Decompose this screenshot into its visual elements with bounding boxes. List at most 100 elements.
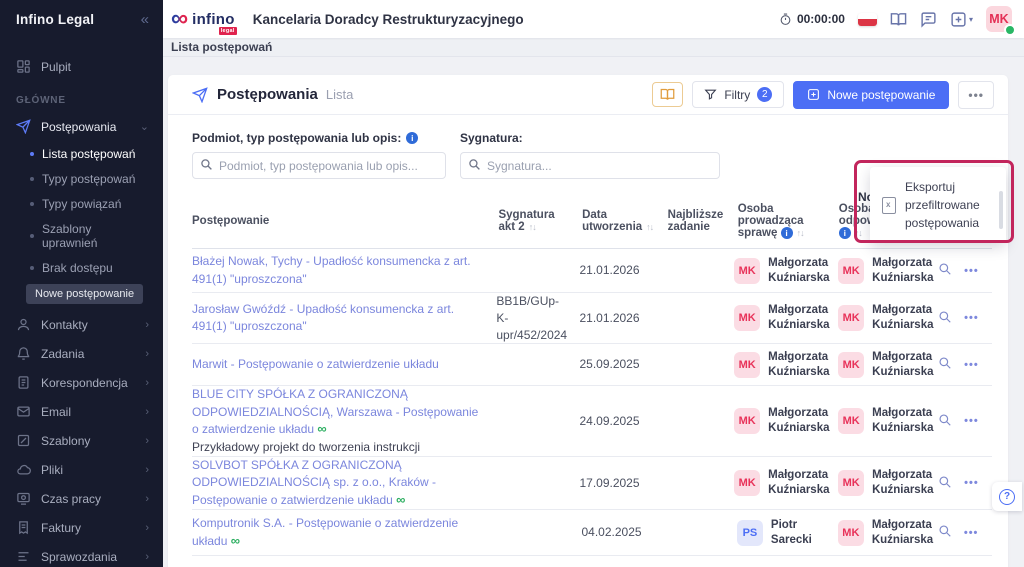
logo-wordmark: infinolegal: [192, 11, 235, 28]
new-proceeding-button[interactable]: Nowe postępowanie: [793, 81, 949, 109]
sidebar-item-sprawozdania[interactable]: Sprawozdania›: [0, 542, 163, 567]
paper-plane-icon: [16, 119, 31, 134]
sidebar-item-brak-dostepu[interactable]: Brak dostępu: [0, 255, 163, 280]
case-link[interactable]: BLUE CITY SPÓŁKA Z OGRANICZONĄ ODPOWIEDZ…: [192, 387, 478, 436]
preview-icon[interactable]: [938, 356, 952, 373]
sidebar-item-czas-pracy[interactable]: Czas pracy›: [0, 484, 163, 513]
info-icon[interactable]: i: [781, 227, 793, 239]
help-button[interactable]: ?: [992, 482, 1022, 511]
column-sygnatura-akt-2[interactable]: Sygnatura akt 2↑↓: [498, 209, 582, 233]
export-dropdown-menu: x Eksportuj przefiltrowane postępowania: [870, 167, 1006, 243]
sidebar-item-kontakty[interactable]: Kontakty›: [0, 310, 163, 339]
avatar-initials: MK: [989, 12, 1008, 26]
sort-icon[interactable]: ↑↓: [646, 222, 653, 232]
preview-icon[interactable]: [938, 475, 952, 492]
preview-icon[interactable]: [938, 310, 952, 327]
sort-icon[interactable]: ↑↓: [529, 222, 536, 232]
case-responsible: MKMałgorzata Kuźniarska: [838, 406, 938, 436]
sidebar-item-faktury[interactable]: Faktury›: [0, 513, 163, 542]
content-area: Postępowania Lista Filtry 2 Nowe postępo…: [163, 57, 1024, 567]
subject-filter-label: Podmiot, typ postępowania lub opis:i: [192, 131, 446, 145]
sidebar-item-korespondencja[interactable]: Korespondencja›: [0, 368, 163, 397]
signature-filter: [460, 152, 720, 179]
more-actions-button[interactable]: •••: [958, 81, 994, 109]
document-icon: [16, 375, 31, 390]
sidebar-item-pliki[interactable]: Pliki›: [0, 455, 163, 484]
preview-icon[interactable]: [938, 262, 952, 279]
messages-icon[interactable]: [920, 11, 937, 28]
sidebar-item-label: Pulpit: [41, 60, 71, 74]
sidebar-item-typy-powiazan[interactable]: Typy powiązań: [0, 191, 163, 216]
sidebar-item-label: Szablony: [41, 434, 90, 448]
sidebar-item-lista-postepowan[interactable]: Lista postępowań: [0, 141, 163, 166]
row-more-button[interactable]: •••: [964, 265, 979, 277]
row-more-button[interactable]: •••: [964, 312, 979, 324]
case-date: 04.02.2025: [582, 524, 667, 541]
card-header: Postępowania Lista Filtry 2 Nowe postępo…: [168, 75, 1008, 115]
dropdown-scrollbar[interactable]: [999, 191, 1003, 229]
breadcrumb: Lista postępowań: [163, 38, 1024, 57]
sidebar-item-email[interactable]: Email›: [0, 397, 163, 426]
sidebar-item-szablony[interactable]: Szablony ›: [0, 426, 163, 455]
sidebar-collapse-icon[interactable]: «: [141, 11, 149, 28]
column-data-utworzenia[interactable]: Data utworzenia↑↓: [582, 209, 668, 233]
row-more-button[interactable]: •••: [964, 359, 979, 371]
sort-icon[interactable]: ↑↓: [855, 228, 862, 238]
avatar: MK: [734, 305, 760, 331]
bullet-icon: [30, 177, 34, 181]
knowledge-base-icon[interactable]: [890, 11, 907, 28]
work-time-icon: [16, 491, 31, 506]
case-date: 24.09.2025: [579, 413, 664, 430]
preview-icon[interactable]: [938, 413, 952, 430]
case-link[interactable]: Jarosław Gwóźdź - Upadłość konsumencka z…: [192, 302, 454, 333]
handbook-button[interactable]: [652, 82, 683, 107]
info-icon[interactable]: i: [406, 132, 418, 144]
avatar: MK: [838, 352, 864, 378]
row-more-button[interactable]: •••: [964, 527, 979, 539]
case-lead: MKMałgorzata Kuźniarska: [734, 350, 838, 380]
column-osoba-prowadzaca[interactable]: Osoba prowadząca sprawę i↑↓: [738, 203, 839, 239]
sidebar-app-title: Infino Legal: [16, 12, 94, 27]
person-name: Małgorzata Kuźniarska: [768, 468, 829, 498]
person-name: Małgorzata Kuźniarska: [768, 256, 829, 286]
row-more-button[interactable]: •••: [964, 477, 979, 489]
sidebar-item-postepowania[interactable]: Postępowania ⌄: [0, 112, 163, 141]
column-postepowanie[interactable]: Postępowanie: [192, 215, 498, 227]
preview-icon[interactable]: [938, 524, 952, 541]
sidebar-section-label: GŁÓWNE: [0, 81, 163, 112]
export-filtered-menu-item[interactable]: Eksportuj przefiltrowane postępowania: [905, 178, 996, 232]
sidebar-item-szablony-uprawnien[interactable]: Szablony uprawnień: [0, 216, 163, 255]
infino-logo[interactable]: ∞ infinolegal: [171, 9, 235, 29]
table-row: BLUE CITY SPÓŁKA Z OGRANICZONĄ ODPOWIEDZ…: [192, 386, 992, 457]
sidebar-item-label: Sprawozdania: [41, 550, 117, 564]
avatar: MK: [734, 408, 760, 434]
column-najblizsze-zadanie[interactable]: Najbliższe zadanie: [668, 209, 738, 233]
avatar: MK: [838, 408, 864, 434]
excel-file-icon: x: [882, 197, 896, 214]
signature-search-input[interactable]: [460, 152, 720, 179]
sidebar-item-pulpit[interactable]: Pulpit: [0, 52, 163, 81]
question-icon: ?: [999, 489, 1015, 505]
quick-add-button[interactable]: ▾: [950, 11, 973, 28]
sidebar-item-typy-postepowan[interactable]: Typy postępowań: [0, 166, 163, 191]
new-proceeding-label: Nowe postępowanie: [827, 88, 935, 102]
info-icon[interactable]: i: [839, 227, 851, 239]
case-lead: MKMałgorzata Kuźniarska: [734, 256, 838, 286]
infinity-logo-icon: ∞: [171, 9, 188, 29]
chevron-right-icon: ›: [145, 435, 149, 447]
work-timer[interactable]: 00:00:00: [779, 12, 845, 26]
case-link[interactable]: Błażej Nowak, Tychy - Upadłość konsumenc…: [192, 254, 471, 285]
case-link[interactable]: Marwit - Postępowanie o zatwierdzenie uk…: [192, 357, 439, 371]
polish-flag-icon[interactable]: [858, 13, 877, 26]
funnel-icon: [704, 88, 717, 101]
proceedings-card: Postępowania Lista Filtry 2 Nowe postępo…: [168, 75, 1008, 567]
main-area: ∞ infinolegal Kancelaria Doradcy Restruk…: [163, 0, 1024, 567]
sort-icon[interactable]: ↑↓: [797, 228, 804, 238]
sidebar-item-zadania[interactable]: Zadania›: [0, 339, 163, 368]
timer-value: 00:00:00: [797, 12, 845, 26]
subject-search-input[interactable]: [192, 152, 446, 179]
user-avatar[interactable]: MK: [986, 6, 1012, 32]
filters-button[interactable]: Filtry 2: [692, 81, 784, 108]
top-header: ∞ infinolegal Kancelaria Doradcy Restruk…: [163, 0, 1024, 38]
row-more-button[interactable]: •••: [964, 415, 979, 427]
